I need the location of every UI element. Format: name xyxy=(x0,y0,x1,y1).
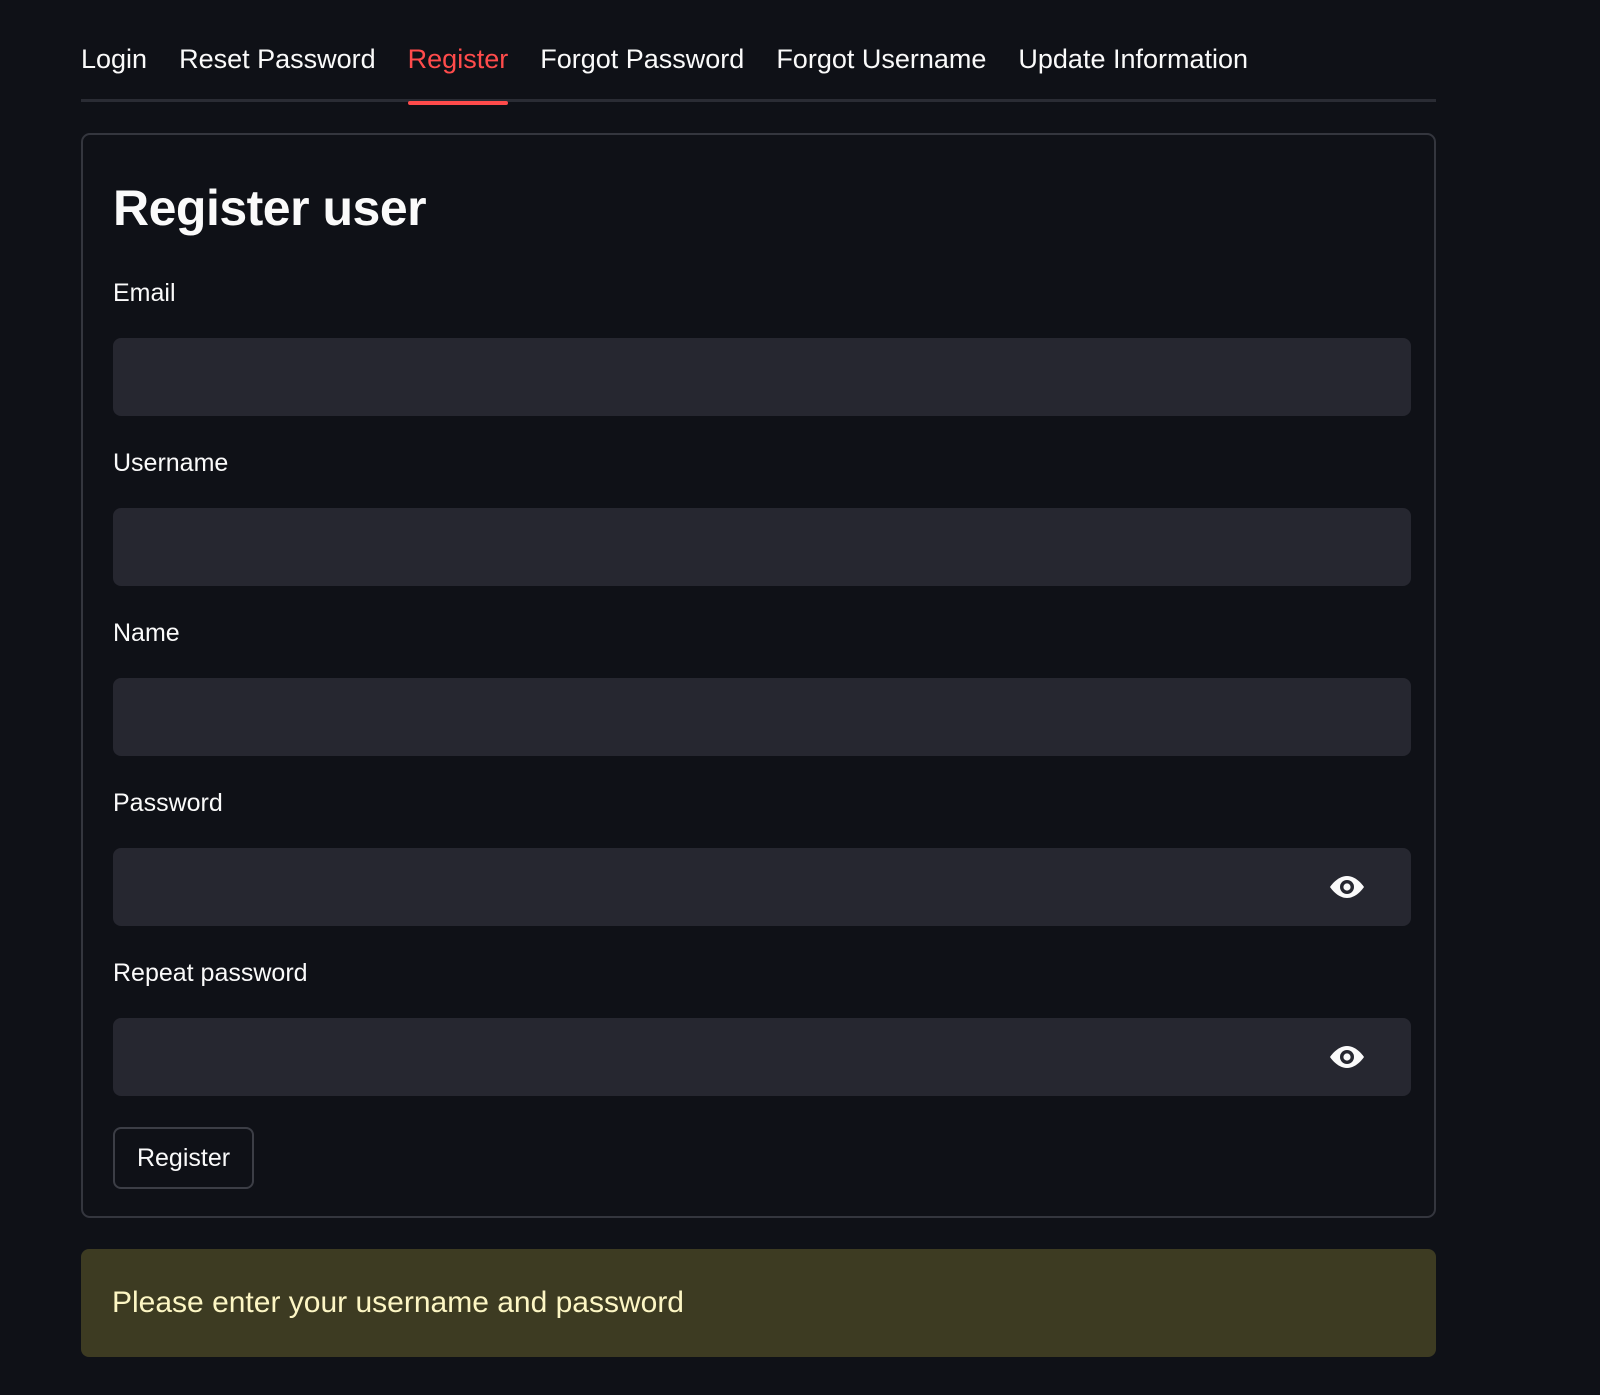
email-field[interactable] xyxy=(113,338,1411,416)
tab-login[interactable]: Login xyxy=(81,36,147,102)
name-field[interactable] xyxy=(113,678,1411,756)
show-repeat-password-toggle[interactable] xyxy=(1325,1035,1369,1079)
eye-icon xyxy=(1330,876,1364,898)
repeat-password-field[interactable] xyxy=(113,1018,1411,1096)
name-label: Name xyxy=(113,619,180,647)
form-title: Register user xyxy=(113,180,427,236)
tab-forgot-password[interactable]: Forgot Password xyxy=(540,36,744,102)
register-button[interactable]: Register xyxy=(113,1127,254,1189)
show-password-toggle[interactable] xyxy=(1325,865,1369,909)
warning-text: Please enter your username and password xyxy=(112,1286,684,1319)
username-label: Username xyxy=(113,449,229,477)
email-label: Email xyxy=(113,279,176,307)
username-field[interactable] xyxy=(113,508,1411,586)
tab-bar: Login Reset Password Register Forgot Pas… xyxy=(81,36,1436,105)
register-form: Register user Email Username Name Passwo… xyxy=(81,133,1436,1218)
password-label: Password xyxy=(113,789,223,817)
tab-register[interactable]: Register xyxy=(407,36,508,105)
tab-reset-password[interactable]: Reset Password xyxy=(179,36,376,102)
tab-forgot-username[interactable]: Forgot Username xyxy=(776,36,986,102)
eye-icon xyxy=(1330,1046,1364,1068)
warning-alert: Please enter your username and password xyxy=(81,1249,1436,1357)
tab-update-information[interactable]: Update Information xyxy=(1018,36,1248,102)
repeat-password-label: Repeat password xyxy=(113,959,308,987)
password-field[interactable] xyxy=(113,848,1411,926)
